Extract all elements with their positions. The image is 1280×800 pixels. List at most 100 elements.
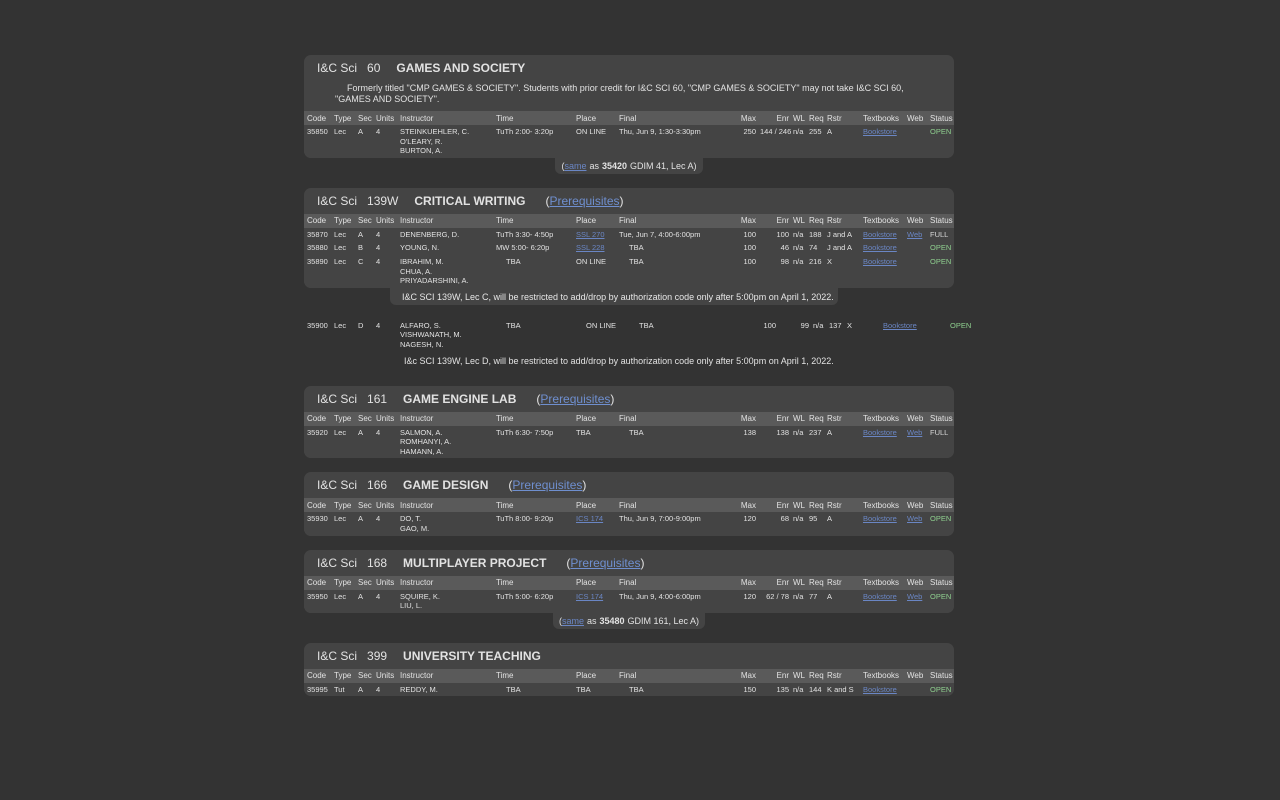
cell-place: ICS 174: [576, 590, 619, 613]
cell-enr: 138: [760, 426, 793, 459]
restriction-note: I&C SCI 139W, Lec C, will be restricted …: [390, 287, 838, 305]
place-link[interactable]: ICS 174: [576, 592, 603, 601]
cell-final: Thu, Jun 9, 1:30-3:30pm: [619, 125, 724, 158]
cell-req: 95: [809, 512, 827, 535]
cell-req: 137: [829, 319, 847, 352]
sec-value: A: [358, 514, 364, 524]
cell-rstr: K and S: [827, 683, 863, 697]
cell-rstr: A: [827, 426, 863, 459]
header-row: Code Type Sec Units Instructor Time Place Final…: [304, 498, 954, 513]
cell-wl: n/a: [813, 319, 829, 352]
web-link[interactable]: Web: [907, 514, 922, 523]
cell-place: TBA: [576, 683, 619, 697]
course-dept: I&C Sci: [317, 391, 358, 406]
cell-status: OPEN: [930, 241, 954, 255]
bookstore-link[interactable]: Bookstore: [863, 514, 897, 523]
bookstore-link[interactable]: Bookstore: [863, 428, 897, 437]
cell-web: [907, 241, 930, 255]
section-rows: 35870 Lec A 4 DENENBERG, D. TuTh 3:30- 4:50p S…: [304, 227, 954, 288]
bookstore-link[interactable]: Bookstore: [863, 127, 897, 136]
column-header-instructor: Instructor: [400, 501, 434, 511]
cell-status: OPEN: [930, 683, 954, 697]
same-link[interactable]: same: [562, 616, 584, 626]
cell-final: Tue, Jun 7, 4:00-6:00pm: [619, 228, 724, 242]
same-link[interactable]: same: [564, 161, 586, 171]
column-header-final: Final: [619, 501, 637, 511]
bookstore-link[interactable]: Bookstore: [863, 592, 897, 601]
same-rest: GDIM 161, Lec A): [627, 615, 700, 626]
column-header-rstr: Rstr: [827, 501, 842, 511]
prerequisites-link[interactable]: Prerequisites: [512, 478, 582, 492]
wl-value: n/a: [793, 591, 804, 601]
course-panel: I&C Sci 166 GAME DESIGN (Prerequisites) Code…: [304, 472, 954, 536]
instructor-name: VISHWANATH, M.: [400, 330, 462, 340]
sec-value: D: [358, 320, 364, 330]
status-badge: FULL: [930, 427, 949, 437]
cell-max: 150: [724, 683, 760, 697]
code-value: 35850: [307, 127, 328, 136]
section-table: 35900 Lec D 4 ALFARO, S. VISHWANATH, M. NAGESH…: [304, 318, 985, 352]
bookstore-link[interactable]: Bookstore: [863, 230, 897, 239]
prerequisites-link[interactable]: Prerequisites: [570, 556, 640, 570]
bookstore-link[interactable]: Bookstore: [863, 685, 897, 694]
cell-sec: A: [358, 125, 376, 158]
prerequisites-link[interactable]: Prerequisites: [549, 194, 619, 208]
course-number: 161: [367, 391, 388, 406]
web-link[interactable]: Web: [907, 592, 922, 601]
cell-instructor: STEINKUEHLER, C. O'LEARY, R. BURTON, A.: [400, 125, 496, 158]
enr-value: 144 / 246: [760, 127, 792, 136]
instructor-name: BURTON, A.: [400, 146, 443, 156]
course-title: GAME ENGINE LAB: [403, 391, 517, 406]
cell-textbooks: Bookstore: [863, 255, 907, 288]
time-value: TuTh 6:30- 7:50p: [496, 427, 554, 437]
section-rows: 35900 Lec D 4 ALFARO, S. VISHWANATH, M. NAGESH…: [304, 318, 985, 352]
place-link[interactable]: SSL 270: [576, 230, 605, 239]
code-value: 35880: [307, 243, 328, 253]
column-header-status: Status: [930, 501, 953, 511]
section-table: Code Type Sec Units Instructor Time Place Final…: [304, 111, 954, 158]
cell-wl: n/a: [793, 255, 809, 288]
column-header-code: Code: [307, 671, 327, 681]
section-rows: 35950 Lec A 4 SQUIRE, K. LIU, L. TuTh 5:00- 6:…: [304, 589, 954, 613]
web-link[interactable]: Web: [907, 428, 922, 437]
column-header-place: Place: [576, 414, 597, 424]
units-value: 4: [376, 591, 381, 601]
column-header-units: Units: [376, 113, 395, 123]
cell-time: TuTh 2:00- 3:20p: [496, 125, 576, 158]
column-header-max: Max: [740, 578, 756, 588]
column-header-rstr: Rstr: [827, 414, 842, 424]
place-link[interactable]: SSL 228: [576, 243, 605, 252]
status-badge: OPEN: [930, 243, 952, 253]
instructor-name: HAMANN, A.: [400, 446, 444, 456]
column-header-wl: WL: [793, 671, 805, 681]
column-header-enr: Enr: [776, 113, 789, 123]
cell-type: Lec: [334, 125, 358, 158]
column-header-textbooks: Textbooks: [863, 414, 900, 424]
course-list: I&C Sci 60 GAMES AND SOCIETY Formerly title…: [304, 55, 985, 710]
cell-enr: 100: [760, 228, 793, 242]
prerequisites-link[interactable]: Prerequisites: [540, 392, 610, 406]
course-header: I&C Sci 168 MULTIPLAYER PROJECT (Prerequisi…: [304, 550, 954, 576]
cell-place: TBA: [576, 426, 619, 459]
table-header: Code Type Sec Units Instructor Time Place Final…: [304, 111, 954, 125]
final-value: Tue, Jun 7, 4:00-6:00pm: [619, 229, 701, 239]
final-value: Thu, Jun 9, 1:30-3:30pm: [619, 127, 701, 136]
place-link[interactable]: ICS 174: [576, 514, 603, 523]
column-header-web: Web: [907, 578, 924, 588]
sec-value: A: [358, 229, 364, 239]
column-header-sec: Sec: [358, 414, 372, 424]
column-header-code: Code: [307, 578, 327, 588]
cell-time: TuTh 5:00- 6:20p: [496, 590, 576, 613]
cell-type: Lec: [334, 228, 358, 242]
bookstore-link[interactable]: Bookstore: [883, 321, 917, 330]
bookstore-link[interactable]: Bookstore: [863, 257, 897, 266]
table-row: 35900 Lec D 4 ALFARO, S. VISHWANATH, M. NAGESH…: [304, 318, 985, 352]
cell-req: 188: [809, 228, 827, 242]
web-link[interactable]: Web: [907, 230, 922, 239]
column-header-status: Status: [930, 414, 953, 424]
instructor-name: DENENBERG, D.: [400, 229, 460, 239]
bookstore-link[interactable]: Bookstore: [863, 243, 897, 252]
course-block: I&C Sci 161 GAME ENGINE LAB (Prerequisites)…: [304, 385, 954, 459]
column-header-max: Max: [740, 113, 756, 123]
column-header-enr: Enr: [776, 671, 789, 681]
